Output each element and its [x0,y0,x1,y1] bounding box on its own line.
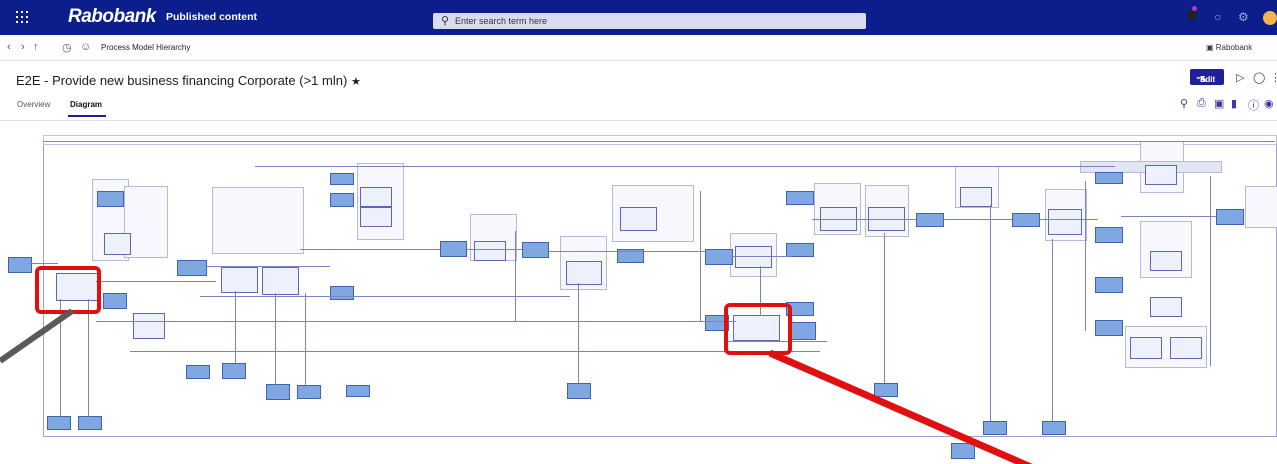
tab-diagram[interactable]: Diagram [70,100,102,109]
active-tab-indicator [68,115,106,117]
edit-button[interactable]: ✎ Edit ⌄ [1190,69,1224,85]
process-diagram[interactable] [0,121,1277,464]
red-pointer-arrow [768,349,1033,464]
breadcrumb[interactable]: Process Model Hierarchy [101,43,190,52]
brand-logo[interactable]: Rabobank [68,6,156,28]
tab-bar: Overview Diagram [0,98,1277,121]
org-icon: ▣ [1206,43,1216,52]
chevron-right-icon[interactable]: › [21,41,25,53]
play-icon[interactable]: ▷ [1236,71,1244,84]
notification-badge [1192,6,1197,11]
comment-icon[interactable]: ◯ [1253,71,1265,84]
search-input[interactable]: ⚲ Enter search term here [433,13,866,29]
user-icon[interactable]: ☺ [80,41,91,53]
search-icon: ⚲ [441,15,450,27]
chat-icon[interactable]: ○ [1214,10,1221,24]
page-title: E2E - Provide new business financing Cor… [16,73,361,88]
page-title-text: E2E - Provide new business financing Cor… [16,73,348,88]
search-placeholder: Enter search term here [455,16,548,26]
annotation-arrows [0,308,1033,464]
favorite-star-icon[interactable]: ★ [351,76,361,88]
tab-overview[interactable]: Overview [17,100,50,109]
clock-icon[interactable]: ◷ [62,41,72,54]
breadcrumb-bar: ‹ › ↑ ◷ ☺ Process Model Hierarchy ▣ Rabo… [0,36,1277,61]
arrow-up-icon[interactable]: ↑ [33,41,39,53]
avatar[interactable] [1263,11,1277,25]
waffle-icon[interactable] [16,11,28,23]
chevron-left-icon[interactable]: ‹ [7,41,11,53]
section-title[interactable]: Published content [166,11,257,23]
top-bar: Rabobank Published content ⚲ Enter searc… [0,0,1277,35]
org-label[interactable]: ▣ Rabobank [1206,43,1252,52]
org-name: Rabobank [1215,43,1253,52]
notifications-icon[interactable] [1187,10,1197,20]
settings-icon[interactable]: ⚙ [1238,10,1249,24]
more-icon[interactable]: ⋮ [1270,71,1277,84]
grey-pointer-arrow [0,308,74,364]
edit-label: Edit [1200,75,1216,84]
